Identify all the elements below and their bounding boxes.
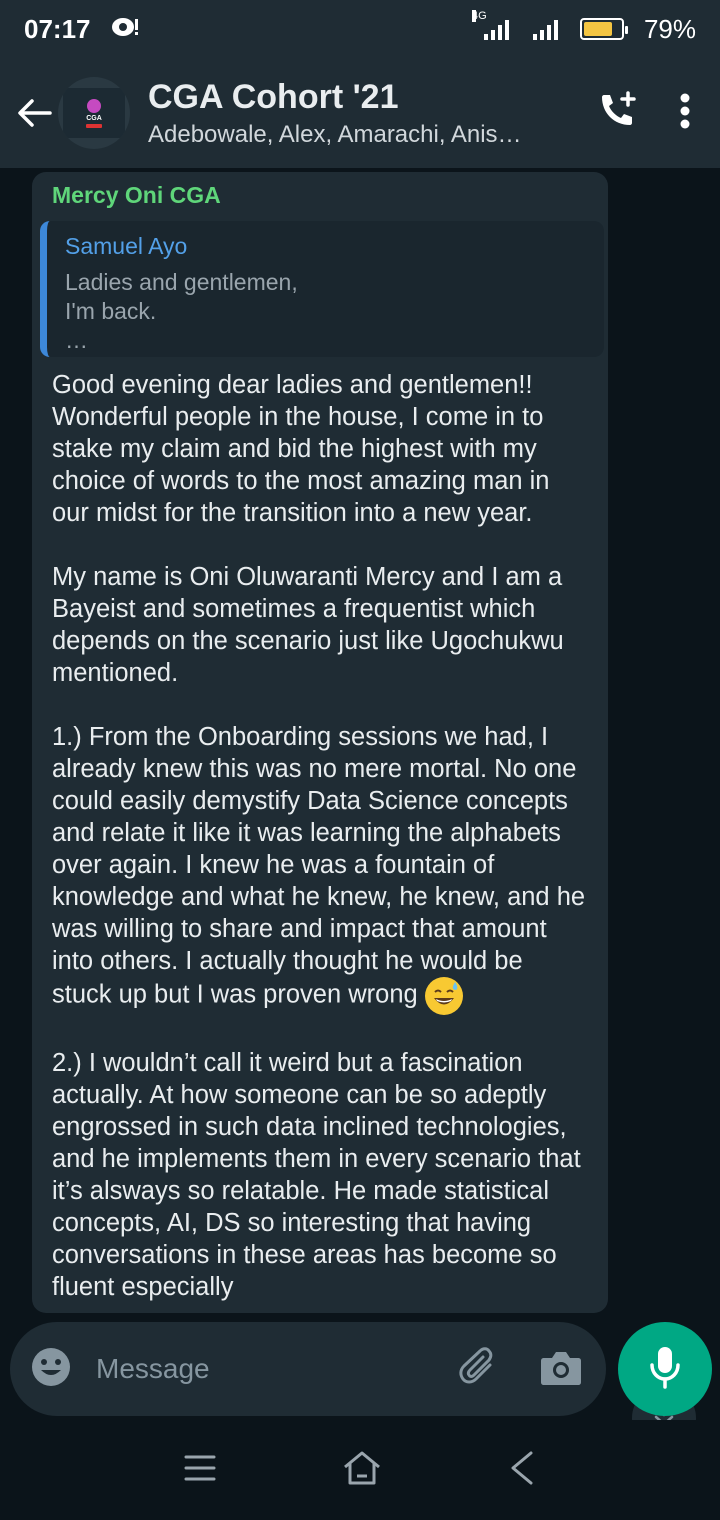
sender-name[interactable]: Mercy Oni CGA bbox=[52, 182, 588, 209]
camera-icon[interactable] bbox=[540, 1348, 582, 1391]
chat-area[interactable]: Mercy Oni CGA Samuel Ayo Ladies and gent… bbox=[0, 168, 720, 1420]
signal-icon bbox=[532, 18, 558, 40]
chat-info[interactable]: CGA Cohort '21 Adebowale, Alex, Amarachi… bbox=[148, 77, 596, 149]
message-body-part1: Good evening dear ladies and gentlemen!!… bbox=[52, 371, 586, 1009]
status-time: 07:17 bbox=[24, 13, 91, 44]
quoted-message[interactable]: Samuel Ayo Ladies and gentlemen, I'm bac… bbox=[40, 221, 604, 357]
emoji-icon[interactable] bbox=[30, 1346, 72, 1393]
chat-participants: Adebowale, Alex, Amarachi, Anis… bbox=[148, 121, 522, 148]
add-call-icon[interactable] bbox=[596, 89, 640, 138]
more-vert-icon[interactable] bbox=[680, 93, 690, 134]
chat-header: CGA CGA Cohort '21 Adebowale, Alex, Amar… bbox=[0, 58, 720, 168]
message-input-bar: Message bbox=[10, 1322, 606, 1416]
signal-4g-icon: 4G bbox=[471, 10, 509, 40]
mic-icon bbox=[647, 1345, 683, 1394]
message-input[interactable]: Message bbox=[96, 1353, 456, 1385]
attach-icon[interactable] bbox=[456, 1345, 500, 1394]
notification-icon bbox=[111, 14, 139, 45]
menu-icon[interactable] bbox=[183, 1453, 217, 1488]
system-nav-bar bbox=[0, 1420, 720, 1520]
message-body-part2: 2.) I wouldn’t call it weird but a fasci… bbox=[52, 1049, 581, 1301]
grinning-sweat-emoji-icon bbox=[424, 977, 463, 1015]
battery-icon bbox=[579, 18, 628, 40]
message-text: Good evening dear ladies and gentlemen!!… bbox=[52, 369, 588, 1303]
chat-title: CGA Cohort '21 bbox=[148, 78, 399, 116]
group-avatar[interactable]: CGA bbox=[58, 77, 130, 149]
status-bar: 07:17 4G 79% bbox=[0, 0, 720, 58]
back-arrow-icon[interactable] bbox=[14, 93, 54, 133]
quoted-author: Samuel Ayo bbox=[65, 233, 188, 259]
voice-record-button[interactable] bbox=[618, 1322, 712, 1416]
battery-percent: 79% bbox=[643, 13, 696, 44]
home-icon[interactable] bbox=[342, 1450, 382, 1491]
message-bubble[interactable]: Mercy Oni CGA Samuel Ayo Ladies and gent… bbox=[32, 172, 608, 1313]
quoted-text: Ladies and gentlemen, I'm back. … bbox=[65, 269, 298, 353]
nav-back-icon[interactable] bbox=[507, 1450, 537, 1491]
